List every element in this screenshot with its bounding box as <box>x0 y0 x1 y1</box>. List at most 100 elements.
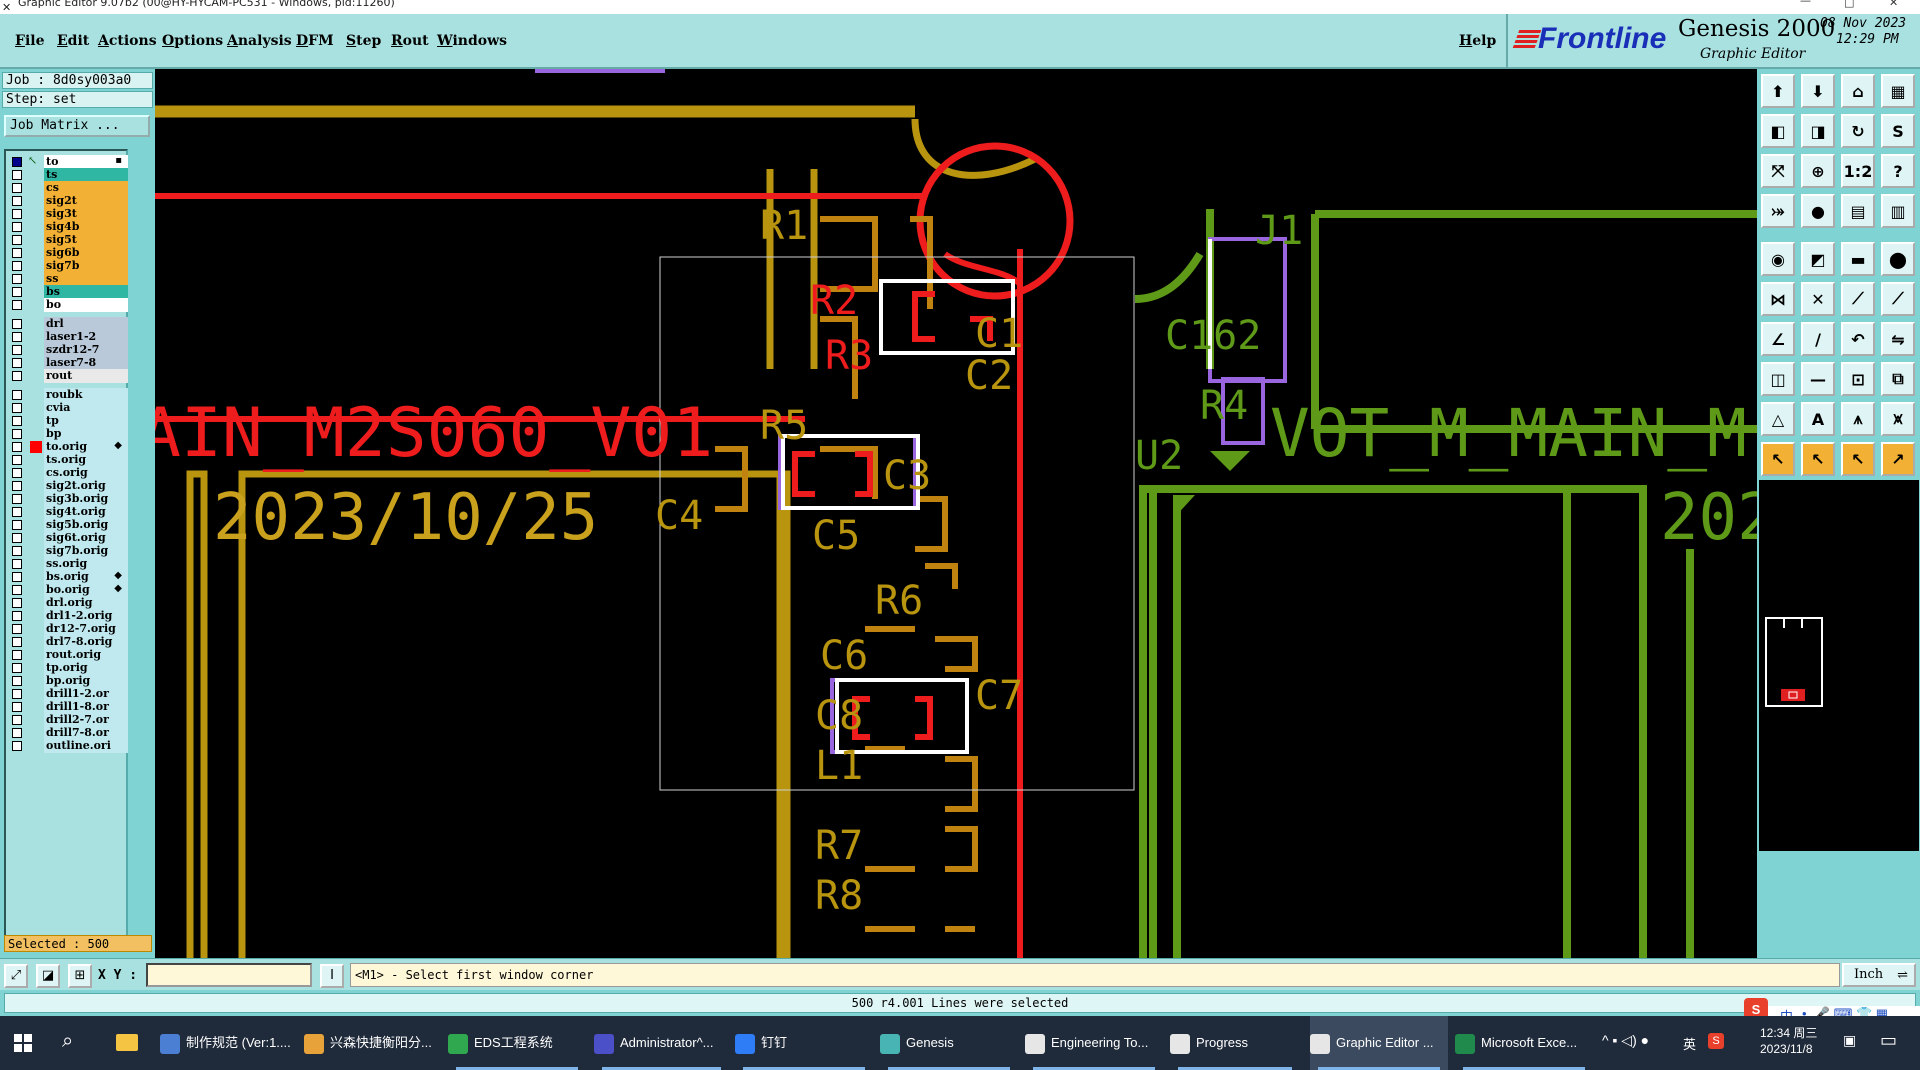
close-icon[interactable]: ✕ <box>1889 0 1898 10</box>
tray-sogou-icon[interactable]: S <box>1708 1033 1724 1049</box>
layer-checkbox[interactable] <box>12 533 22 543</box>
layer-name[interactable]: drl.orig <box>44 596 128 610</box>
layer-name[interactable]: outline.ori <box>44 739 128 753</box>
layer-name[interactable]: drill2-7.or <box>44 713 128 727</box>
layer-name[interactable]: sig6b <box>44 246 128 260</box>
next-icon[interactable]: ◨ <box>1801 114 1835 148</box>
probe-icon[interactable]: ● <box>1801 194 1835 228</box>
layer-checkbox[interactable] <box>12 468 22 478</box>
layer-name[interactable]: bo <box>44 298 128 312</box>
layer-checkbox[interactable] <box>12 235 22 245</box>
layer-checkbox[interactable] <box>12 559 22 569</box>
layer-checkbox[interactable] <box>12 455 22 465</box>
layer-checkbox[interactable] <box>12 332 22 342</box>
taskbar-item[interactable]: Microsoft Exce... <box>1455 1016 1593 1070</box>
layer-checkbox[interactable] <box>12 663 22 673</box>
layer-checkbox[interactable] <box>12 702 22 712</box>
zoom-fit-icon[interactable]: ⤢ <box>4 964 28 988</box>
layer-checkbox[interactable] <box>12 637 22 647</box>
menu-edit[interactable]: Edit <box>57 33 89 49</box>
scale-icon[interactable]: 1:2 <box>1841 154 1875 188</box>
layer-name[interactable]: cs <box>44 181 128 195</box>
layer-checkbox[interactable] <box>12 741 22 751</box>
layer-name[interactable]: sig2t <box>44 194 128 208</box>
swap-icon[interactable]: S <box>1881 114 1915 148</box>
layer-name[interactable]: roubk <box>44 388 128 402</box>
layer-name[interactable]: drill1-8.or <box>44 700 128 714</box>
shape-icon[interactable]: ⩙ <box>1881 402 1915 436</box>
group-icon[interactable]: ⧉ <box>1881 362 1915 396</box>
outline-icon[interactable]: ⩚ <box>1841 402 1875 436</box>
snap-icon[interactable]: ◪ <box>36 964 60 988</box>
layer-checkbox[interactable] <box>12 728 22 738</box>
menu-windows[interactable]: Windows <box>437 33 507 49</box>
layer-name[interactable]: rout.orig <box>44 648 128 662</box>
layer-checkbox[interactable] <box>12 507 22 517</box>
segment-icon[interactable]: ⟋ <box>1841 282 1875 316</box>
layer-checkbox[interactable] <box>12 494 22 504</box>
redraw-icon[interactable]: ↻ <box>1841 114 1875 148</box>
layer-name[interactable]: cs.orig <box>44 466 128 480</box>
menu-options[interactable]: Options <box>162 33 223 49</box>
layer-name[interactable]: drl1-2.orig <box>44 609 128 623</box>
layer-name[interactable]: rout <box>44 369 128 383</box>
layer-checkbox[interactable] <box>12 650 22 660</box>
slash-icon[interactable]: / <box>1801 322 1835 356</box>
pad-icon[interactable]: ◉ <box>1761 242 1795 276</box>
layer-checkbox[interactable] <box>12 611 22 621</box>
circle-icon[interactable]: ⬤ <box>1881 242 1915 276</box>
menu-actions[interactable]: Actions <box>98 33 157 49</box>
taskbar-item[interactable]: 兴森快捷衡阳分... <box>304 1016 442 1070</box>
notification-icon[interactable]: ▭ <box>1880 1030 1897 1051</box>
taskbar-item[interactable]: 制作规范 (Ver:1.... <box>160 1016 298 1070</box>
layer-checkbox[interactable] <box>12 546 22 556</box>
layer-name[interactable]: bp <box>44 427 128 441</box>
tray-lang[interactable]: 英 <box>1683 1034 1696 1053</box>
layer-checkbox[interactable] <box>12 371 22 381</box>
clock-date[interactable]: 2023/11/8 <box>1760 1042 1813 1056</box>
minus-icon[interactable]: — <box>1801 362 1835 396</box>
taskbar-item[interactable]: Graphic Editor ... <box>1310 1016 1448 1070</box>
board-icon[interactable]: ▬ <box>1841 242 1875 276</box>
layer-checkbox[interactable] <box>12 572 22 582</box>
layer-name[interactable]: tp.orig <box>44 661 128 675</box>
layer-name[interactable]: sig5b.orig <box>44 518 128 532</box>
angle-icon[interactable]: ∠ <box>1761 322 1795 356</box>
layer-checkbox[interactable] <box>12 403 22 413</box>
layer-name[interactable]: sig7b.orig <box>44 544 128 558</box>
layer-row[interactable]: bo <box>8 298 128 313</box>
layer-name[interactable]: sig2t.orig <box>44 479 128 493</box>
layer-checkbox[interactable] <box>12 416 22 426</box>
layer-name[interactable]: sig4t.orig <box>44 505 128 519</box>
grid-icon[interactable]: ⊞ <box>68 964 92 988</box>
layer-name[interactable]: sig7b <box>44 259 128 273</box>
layer-toggle-icon[interactable]: ▥ <box>1881 194 1915 228</box>
rotate-icon[interactable]: ↶ <box>1841 322 1875 356</box>
snap-pad-icon[interactable]: ◫ <box>1761 362 1795 396</box>
polygon-icon[interactable]: A <box>1801 402 1835 436</box>
info-icon[interactable]: I <box>320 964 344 988</box>
taskbar-item[interactable]: 钉钉 <box>735 1016 873 1070</box>
layer-row[interactable]: rout <box>8 369 128 384</box>
layer-checkbox[interactable] <box>12 287 22 297</box>
line-icon[interactable]: ◩ <box>1801 242 1835 276</box>
zoom-fit-icon[interactable]: ⤧ <box>1761 154 1795 188</box>
layer-name[interactable]: sig5t <box>44 233 128 247</box>
layer-checkbox[interactable] <box>12 715 22 725</box>
cross-icon[interactable]: ✕ <box>1801 282 1835 316</box>
help-icon[interactable]: ? <box>1881 154 1915 188</box>
layer-checkbox[interactable] <box>12 520 22 530</box>
menu-file[interactable]: File <box>15 33 45 49</box>
layer-checkbox[interactable] <box>12 624 22 634</box>
layer-checkbox[interactable] <box>12 222 22 232</box>
select-net-icon[interactable]: ↖ <box>1841 442 1875 476</box>
layer-checkbox[interactable] <box>12 300 22 310</box>
zoom-in-icon[interactable]: ⊕ <box>1801 154 1835 188</box>
layer-name[interactable]: ss.orig <box>44 557 128 571</box>
taskbar-item[interactable]: Genesis <box>880 1016 1018 1070</box>
layer-name[interactable]: bp.orig <box>44 674 128 688</box>
menu-dfm[interactable]: DFM <box>296 33 334 49</box>
layer-checkbox[interactable] <box>12 442 22 452</box>
menu-step[interactable]: Step <box>346 33 381 49</box>
taskbar-item[interactable]: EDS工程系统 <box>448 1016 586 1070</box>
